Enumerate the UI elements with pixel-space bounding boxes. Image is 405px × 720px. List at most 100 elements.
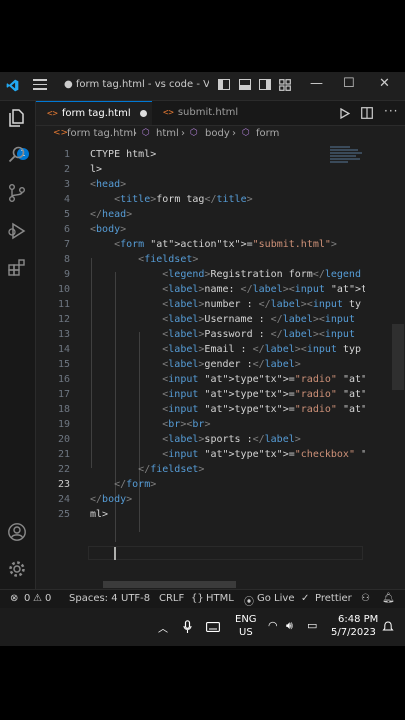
run-debug-icon[interactable] xyxy=(7,220,27,240)
line-code[interactable]: <fieldset> xyxy=(90,252,365,267)
battery-icon[interactable]: ▭ xyxy=(307,619,317,632)
toggle-secondary-sidebar-icon[interactable] xyxy=(259,79,271,90)
line-code[interactable]: <legend>Registration form</legend xyxy=(90,267,365,282)
minimize-button[interactable]: — xyxy=(310,76,323,91)
unsaved-dot-icon[interactable] xyxy=(139,109,147,117)
line-code[interactable]: <label>Username : </label><input xyxy=(90,312,365,327)
tab-submit-html[interactable]: <> submit.html xyxy=(152,101,254,125)
code-line[interactable]: 11 <label>number : </label><input ty xyxy=(36,297,405,312)
indentation-status[interactable]: Spaces: 4 xyxy=(69,593,118,604)
eol-status[interactable]: CRLF xyxy=(159,593,184,604)
language-mode[interactable]: HTML xyxy=(206,593,234,604)
warning-icon[interactable]: ⚠ xyxy=(33,593,42,604)
code-line[interactable]: 7 <form "at">action"tx">="submit.html"> xyxy=(36,237,405,252)
code-line[interactable]: 25 ml> xyxy=(36,507,405,522)
code-line[interactable]: 12 <label>Username : </label><input xyxy=(36,312,405,327)
run-icon[interactable] xyxy=(340,108,350,119)
tab-form-tag-html[interactable]: <> form tag.html xyxy=(36,101,152,125)
code-line[interactable]: 18 <input "at">type"tx">="radio" "at">na… xyxy=(36,402,405,417)
line-code[interactable]: </head> xyxy=(90,207,365,222)
notification-center-icon[interactable] xyxy=(382,621,394,633)
warning-count[interactable]: 0 xyxy=(45,593,51,604)
line-code[interactable]: <input "at">type"tx">="radio" "at">name"… xyxy=(90,372,365,387)
microphone-icon[interactable] xyxy=(183,620,192,634)
feedback-icon[interactable]: ⚇ xyxy=(361,593,370,604)
code-line[interactable]: 23 </form> xyxy=(36,477,405,492)
horizontal-scrollbar[interactable] xyxy=(103,581,236,588)
braces-icon[interactable]: {} xyxy=(191,593,204,604)
code-line[interactable]: 17 <input "at">type"tx">="radio" "at">na… xyxy=(36,387,405,402)
keyboard-icon[interactable] xyxy=(206,622,220,632)
notifications-bell-icon[interactable]: 🔔︎ xyxy=(382,593,395,604)
language-indicator-bottom[interactable]: US xyxy=(239,627,253,638)
search-icon[interactable] xyxy=(7,145,27,165)
line-code[interactable]: <input "at">type"tx">="radio" "at">name"… xyxy=(90,387,365,402)
code-line[interactable]: 9 <legend>Registration form</legend xyxy=(36,267,405,282)
code-line[interactable]: 5 </head> xyxy=(36,207,405,222)
code-line[interactable]: 19 <br><br> xyxy=(36,417,405,432)
line-code[interactable]: <body> xyxy=(90,222,365,237)
code-line[interactable]: 13 <label>Password : </label><input xyxy=(36,327,405,342)
line-code[interactable]: <head> xyxy=(90,177,365,192)
check-icon[interactable]: ✓ xyxy=(301,593,309,604)
source-control-icon[interactable] xyxy=(7,183,27,203)
line-code[interactable]: <label>Email : </label><input typ xyxy=(90,342,365,357)
line-code[interactable]: l> xyxy=(90,162,365,177)
hamburger-menu-icon[interactable] xyxy=(33,79,47,93)
more-actions-icon[interactable]: ··· xyxy=(384,104,398,118)
line-code[interactable]: <br><br> xyxy=(90,417,365,432)
broadcast-icon[interactable]: ⦿ xyxy=(244,593,254,608)
line-code[interactable]: <label>number : </label><input ty xyxy=(90,297,365,312)
maximize-button[interactable]: ☐ xyxy=(343,76,355,91)
toggle-primary-sidebar-icon[interactable] xyxy=(218,79,230,90)
line-code[interactable]: <input "at">type"tx">="checkbox" "at">na… xyxy=(90,447,365,462)
toggle-panel-icon[interactable] xyxy=(239,79,251,90)
error-count[interactable]: 0 xyxy=(24,593,30,604)
line-code[interactable]: </form> xyxy=(90,477,365,492)
breadcrumb-html[interactable]: html xyxy=(156,128,179,139)
minimap[interactable] xyxy=(330,145,368,205)
customize-layout-icon[interactable] xyxy=(279,79,291,91)
line-code[interactable]: CTYPE html> xyxy=(90,147,365,162)
code-line[interactable]: 10 <label>name: </label><input "at">type… xyxy=(36,282,405,297)
line-code[interactable]: <label>gender :</label> xyxy=(90,357,365,372)
close-button[interactable]: ✕ xyxy=(379,76,390,91)
breadcrumb-body[interactable]: body xyxy=(205,128,230,139)
clock-date[interactable]: 5/7/2023 xyxy=(331,627,376,638)
go-live-button[interactable]: Go Live xyxy=(257,593,294,604)
code-editor[interactable]: 1 CTYPE html> 2 l> 3 <head> 4 <title>form tag<… xyxy=(36,145,405,589)
extensions-icon[interactable] xyxy=(7,257,27,277)
code-line[interactable]: 8 <fieldset> xyxy=(36,252,405,267)
line-code[interactable]: <label>name: </label><input "at">type"tx… xyxy=(90,282,365,297)
explorer-icon[interactable] xyxy=(7,108,27,128)
line-code[interactable]: <form "at">action"tx">="submit.html"> xyxy=(90,237,365,252)
language-indicator-top[interactable]: ENG xyxy=(235,614,257,625)
line-code[interactable]: </body> xyxy=(90,492,365,507)
line-code[interactable]: <title>form tag</title> xyxy=(90,192,365,207)
breadcrumb-file[interactable]: form tag.html xyxy=(67,128,136,139)
code-line[interactable]: 14 <label>Email : </label><input typ xyxy=(36,342,405,357)
prettier-button[interactable]: Prettier xyxy=(315,593,352,604)
error-icon[interactable]: ⊗ xyxy=(10,593,18,604)
code-line[interactable]: 22 </fieldset> xyxy=(36,462,405,477)
code-line[interactable]: 20 <label>sports :</label> xyxy=(36,432,405,447)
line-code[interactable]: <label>Password : </label><input xyxy=(90,327,365,342)
line-code[interactable]: <label>sports :</label> xyxy=(90,432,365,447)
code-line[interactable]: 21 <input "at">type"tx">="checkbox" "at"… xyxy=(36,447,405,462)
settings-gear-icon[interactable] xyxy=(7,559,27,579)
vertical-scrollbar[interactable] xyxy=(392,324,404,390)
wifi-icon[interactable]: ◠ xyxy=(268,619,278,632)
code-line[interactable]: 24 </body> xyxy=(36,492,405,507)
line-code[interactable]: </fieldset> xyxy=(90,462,365,477)
breadcrumb-form[interactable]: form xyxy=(256,128,279,139)
code-line[interactable]: 16 <input "at">type"tx">="radio" "at">na… xyxy=(36,372,405,387)
accounts-icon[interactable] xyxy=(7,522,27,542)
line-code[interactable]: <input "at">type"tx">="radio" "at">name"… xyxy=(90,402,365,417)
clock-time[interactable]: 6:48 PM xyxy=(338,614,378,625)
line-code[interactable]: ml> xyxy=(90,507,365,522)
code-line[interactable]: 6 <body> xyxy=(36,222,405,237)
volume-icon[interactable]: 🔊︎ xyxy=(286,619,293,633)
split-editor-icon[interactable] xyxy=(361,107,373,119)
encoding-status[interactable]: UTF-8 xyxy=(121,593,150,604)
chevron-up-icon[interactable]: ︿ xyxy=(158,620,168,635)
